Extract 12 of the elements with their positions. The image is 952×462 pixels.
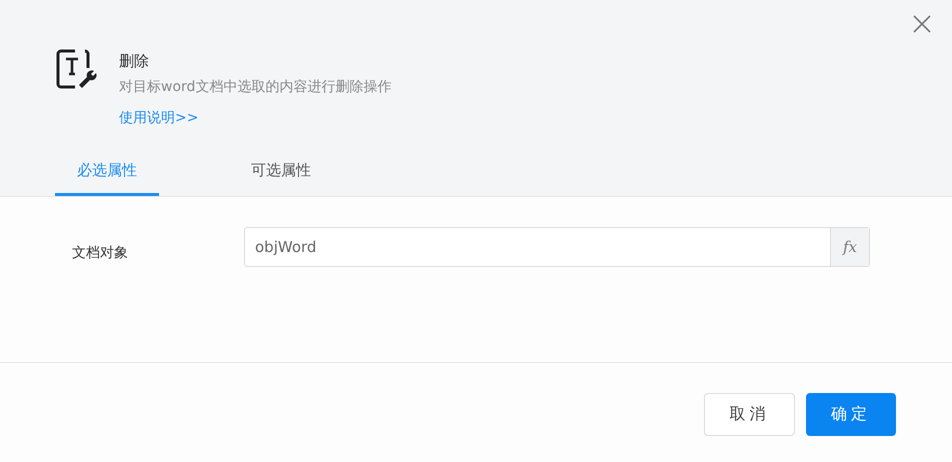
dialog-title: 删除 (119, 51, 150, 71)
formula-button[interactable]: fx (830, 228, 869, 266)
field-label: 文档对象 (72, 244, 129, 262)
help-link[interactable]: 使用说明>> (119, 108, 392, 128)
dialog-description: 对目标word文档中选取的内容进行删除操作 (119, 78, 392, 97)
close-icon[interactable] (912, 14, 932, 34)
confirm-button[interactable]: 确定 (806, 393, 896, 436)
tab[interactable]: 可选属性 (229, 152, 333, 196)
input-field[interactable]: objWord fx (244, 227, 870, 267)
tab[interactable]: 必选属性 (55, 152, 159, 196)
cancel-button[interactable]: 取消 (704, 393, 795, 436)
text-tool-icon (55, 48, 97, 90)
